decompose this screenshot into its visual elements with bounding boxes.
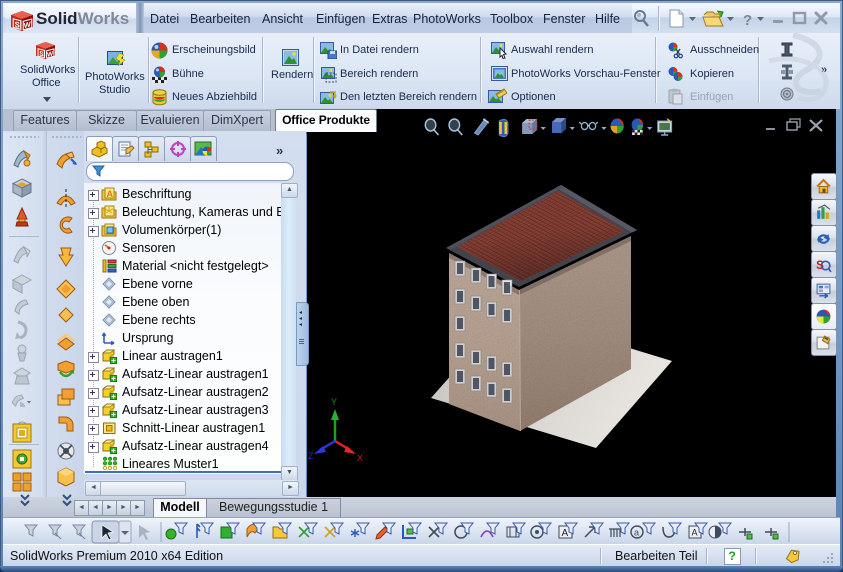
svg-text:A: A <box>692 528 698 538</box>
svg-text:?: ? <box>743 12 752 29</box>
svg-text:Y: Y <box>331 397 337 407</box>
svg-text:Z: Z <box>308 451 314 461</box>
svg-text:W: W <box>24 19 32 30</box>
svg-text:X: X <box>357 453 363 463</box>
svg-text:A: A <box>107 189 114 199</box>
svg-text:W: W <box>47 50 54 59</box>
svg-text:a: a <box>634 528 639 538</box>
svg-text:S: S <box>816 259 824 272</box>
svg-text:A: A <box>562 528 569 539</box>
svg-text:S: S <box>39 50 44 58</box>
svg-text:S: S <box>15 20 20 30</box>
